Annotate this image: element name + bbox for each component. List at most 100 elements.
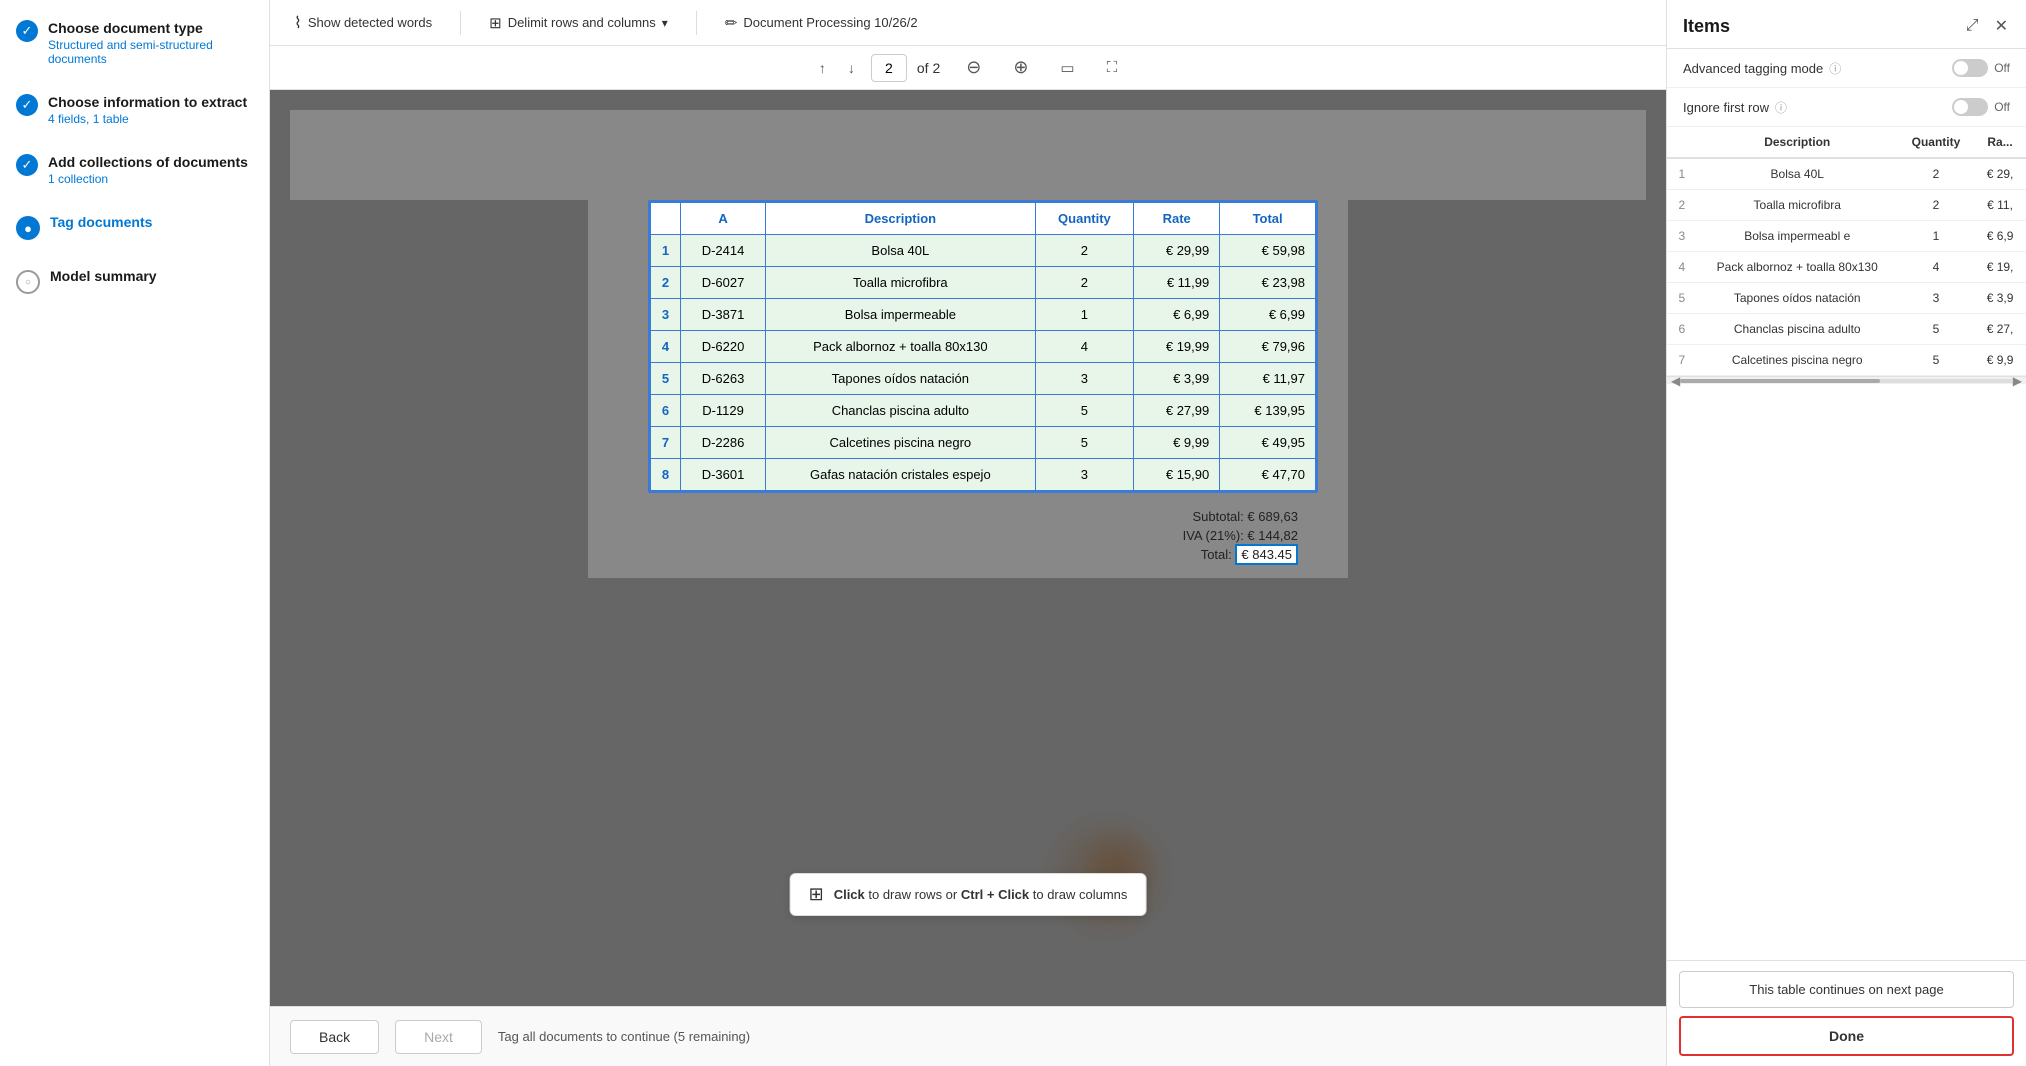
right-row-idx: 4 bbox=[1667, 252, 1697, 283]
cell-a: D-6263 bbox=[681, 363, 766, 395]
sidebar-item-add-collections[interactable]: ✓ Add collections of documents 1 collect… bbox=[16, 154, 253, 186]
table-row: 4 D-6220 Pack albornoz + toalla 80x130 4… bbox=[651, 331, 1316, 363]
step-title-choose-info: Choose information to extract bbox=[48, 94, 247, 110]
cell-desc: Pack albornoz + toalla 80x130 bbox=[766, 331, 1036, 363]
advanced-tagging-row: Advanced tagging mode ⓘ Off bbox=[1667, 49, 2026, 88]
right-cell-qty: 4 bbox=[1898, 252, 1974, 283]
top-toolbar: ⌇ Show detected words ⊞ Delimit rows and… bbox=[270, 0, 1666, 46]
table-row: 7 D-2286 Calcetines piscina negro 5 € 9,… bbox=[651, 427, 1316, 459]
fit-page-button[interactable]: ▭ bbox=[1054, 55, 1080, 81]
ignore-first-row-label: Ignore first row ⓘ bbox=[1683, 99, 1787, 116]
ignore-first-row-switch[interactable] bbox=[1952, 98, 1988, 116]
show-words-button[interactable]: ⌇ Show detected words bbox=[286, 9, 440, 37]
continues-button[interactable]: This table continues on next page bbox=[1679, 971, 2014, 1008]
ignore-first-row-state: Off bbox=[1994, 100, 2010, 114]
advanced-tagging-toggle[interactable]: Off bbox=[1952, 59, 2010, 77]
sidebar-item-tag-docs[interactable]: ● Tag documents bbox=[16, 214, 253, 240]
document-viewer[interactable]: A Description Quantity Rate Total 1 D-24… bbox=[270, 90, 1666, 1006]
sidebar-item-choose-type[interactable]: ✓ Choose document type Structured and se… bbox=[16, 20, 253, 66]
zoom-out-button[interactable]: ⊖ bbox=[960, 53, 987, 82]
switch-knob-2 bbox=[1954, 100, 1968, 114]
list-item: 7 Calcetines piscina negro 5 € 9,9 bbox=[1667, 345, 2026, 376]
panel-minimize-button[interactable]: ⤢ bbox=[1964, 14, 1981, 38]
done-button[interactable]: Done bbox=[1679, 1016, 2014, 1056]
delimit-label: Delimit rows and columns bbox=[508, 15, 656, 30]
cell-desc: Tapones oídos natación bbox=[766, 363, 1036, 395]
horizontal-scrollbar[interactable]: ◀ ▶ bbox=[1667, 376, 2026, 384]
sidebar-item-model-summary[interactable]: ○ Model summary bbox=[16, 268, 253, 294]
page-input[interactable] bbox=[871, 54, 907, 82]
advanced-tagging-info-icon[interactable]: ⓘ bbox=[1829, 60, 1841, 77]
table-row: 2 D-6027 Toalla microfibra 2 € 11,99 € 2… bbox=[651, 267, 1316, 299]
cell-total: € 47,70 bbox=[1220, 459, 1316, 491]
prev-page-button[interactable]: ↑ bbox=[813, 56, 832, 80]
cell-qty: 2 bbox=[1035, 235, 1134, 267]
step-title-model-summary: Model summary bbox=[50, 268, 157, 284]
fullscreen-button[interactable]: ⛶ bbox=[1101, 55, 1124, 80]
cell-desc: Toalla microfibra bbox=[766, 267, 1036, 299]
col-header-row-num bbox=[651, 203, 681, 235]
step-title-tag-docs: Tag documents bbox=[50, 214, 152, 230]
chevron-down-icon: ▾ bbox=[662, 16, 668, 30]
right-cell-qty: 5 bbox=[1898, 345, 1974, 376]
cell-desc: Bolsa 40L bbox=[766, 235, 1036, 267]
delimit-button[interactable]: ⊞ Delimit rows and columns ▾ bbox=[481, 10, 676, 36]
ignore-first-row-toggle[interactable]: Off bbox=[1952, 98, 2010, 116]
step-title-choose-type: Choose document type bbox=[48, 20, 253, 36]
doc-table-container: A Description Quantity Rate Total 1 D-24… bbox=[648, 200, 1318, 493]
total-label: Total: bbox=[1201, 547, 1236, 562]
row-number: 7 bbox=[651, 427, 681, 459]
cell-total: € 11,97 bbox=[1220, 363, 1316, 395]
advanced-tagging-switch[interactable] bbox=[1952, 59, 1988, 77]
toolbar-separator-2 bbox=[696, 11, 697, 35]
scroll-right-arrow[interactable]: ▶ bbox=[2013, 374, 2022, 388]
zoom-in-button[interactable]: ⊕ bbox=[1007, 53, 1034, 82]
step-done-icon-3: ✓ bbox=[16, 154, 38, 176]
row-number: 5 bbox=[651, 363, 681, 395]
right-panel-table-wrapper[interactable]: Description Quantity Ra... 1 Bolsa 40L 2… bbox=[1667, 127, 2026, 960]
right-cell-desc: Chanclas piscina adulto bbox=[1697, 314, 1898, 345]
tooltip-icon: ⊞ bbox=[809, 884, 824, 905]
sidebar-item-choose-info[interactable]: ✓ Choose information to extract 4 fields… bbox=[16, 94, 253, 126]
doc-processing-label: Document Processing 10/26/2 bbox=[743, 15, 917, 30]
cell-total: € 139,95 bbox=[1220, 395, 1316, 427]
right-panel-table: Description Quantity Ra... 1 Bolsa 40L 2… bbox=[1667, 127, 2026, 376]
scroll-left-arrow[interactable]: ◀ bbox=[1671, 374, 1680, 388]
right-row-idx: 7 bbox=[1667, 345, 1697, 376]
list-item: 4 Pack albornoz + toalla 80x130 4 € 19, bbox=[1667, 252, 2026, 283]
right-row-idx: 1 bbox=[1667, 158, 1697, 190]
right-col-idx bbox=[1667, 127, 1697, 158]
right-col-rate: Ra... bbox=[1974, 127, 2026, 158]
cell-a: D-2286 bbox=[681, 427, 766, 459]
col-header-total: Total bbox=[1220, 203, 1316, 235]
right-cell-desc: Bolsa 40L bbox=[1697, 158, 1898, 190]
doc-table-region: A Description Quantity Rate Total 1 D-24… bbox=[588, 200, 1348, 493]
scroll-thumb[interactable] bbox=[1680, 379, 1880, 383]
table-row: 8 D-3601 Gafas natación cristales espejo… bbox=[651, 459, 1316, 491]
row-number: 2 bbox=[651, 267, 681, 299]
ignore-first-row-info-icon[interactable]: ⓘ bbox=[1775, 99, 1787, 116]
table-row: 6 D-1129 Chanclas piscina adulto 5 € 27,… bbox=[651, 395, 1316, 427]
list-item: 2 Toalla microfibra 2 € 11, bbox=[1667, 190, 2026, 221]
cell-rate: € 29,99 bbox=[1134, 235, 1220, 267]
step-done-icon-2: ✓ bbox=[16, 94, 38, 116]
cell-a: D-6220 bbox=[681, 331, 766, 363]
panel-close-button[interactable]: ✕ bbox=[1993, 14, 2010, 38]
right-cell-desc: Pack albornoz + toalla 80x130 bbox=[1697, 252, 1898, 283]
step-sub-choose-info: 4 fields, 1 table bbox=[48, 112, 247, 126]
col-header-a: A bbox=[681, 203, 766, 235]
row-number: 1 bbox=[651, 235, 681, 267]
next-page-button[interactable]: ↓ bbox=[842, 56, 861, 80]
page-of-label: of 2 bbox=[917, 60, 940, 76]
next-button[interactable]: Next bbox=[395, 1020, 482, 1054]
cell-qty: 5 bbox=[1035, 427, 1134, 459]
list-item: 5 Tapones oídos natación 3 € 3,9 bbox=[1667, 283, 2026, 314]
scroll-track[interactable] bbox=[1680, 379, 2013, 383]
right-panel: Items ⤢ ✕ Advanced tagging mode ⓘ Off Ig… bbox=[1666, 0, 2026, 1066]
right-cell-rate: € 27, bbox=[1974, 314, 2026, 345]
back-button[interactable]: Back bbox=[290, 1020, 379, 1054]
cell-total: € 49,95 bbox=[1220, 427, 1316, 459]
cell-qty: 5 bbox=[1035, 395, 1134, 427]
doc-processing-button[interactable]: ✏ Document Processing 10/26/2 bbox=[717, 10, 926, 36]
advanced-tagging-state: Off bbox=[1994, 61, 2010, 75]
